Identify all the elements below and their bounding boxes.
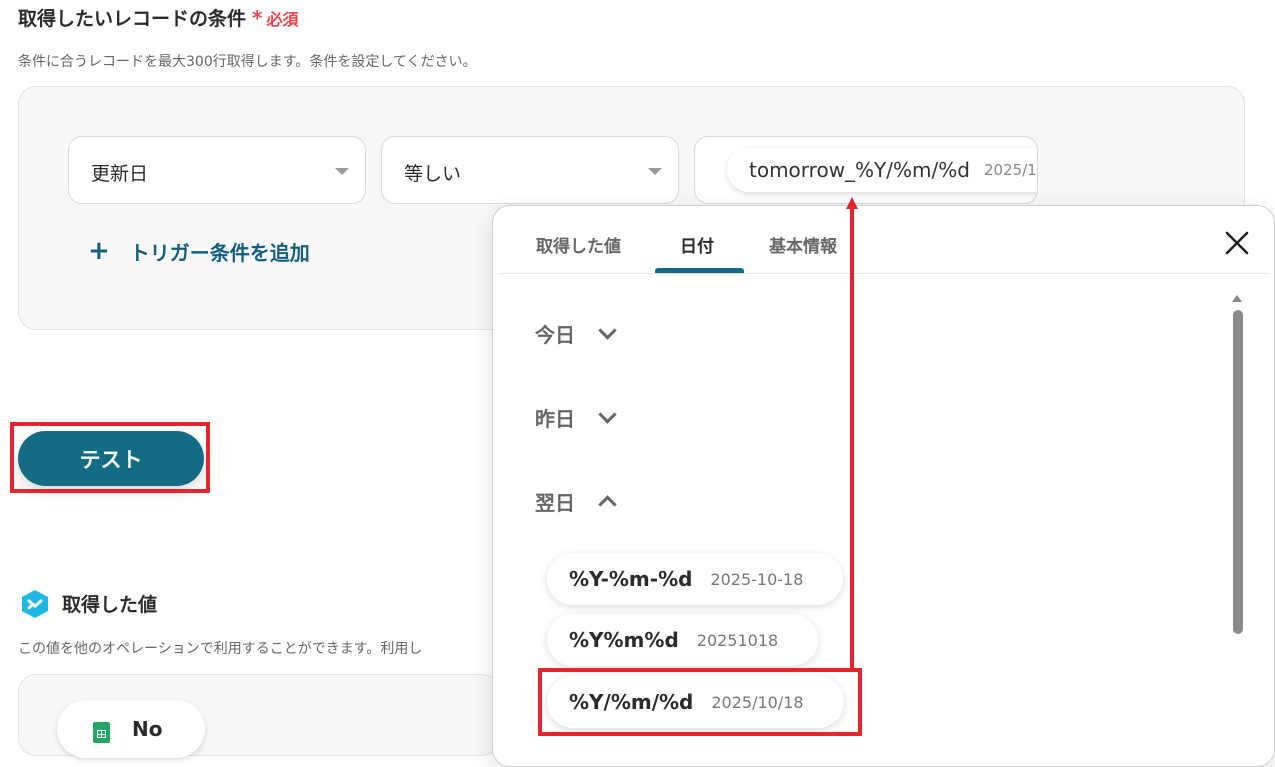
- value-chip-key: tomorrow_%Y/%m/%d: [749, 158, 970, 182]
- chevron-down-icon: [335, 168, 349, 175]
- obtained-values-description: この値を他のオペレーションで利用することができます。利用し: [18, 641, 423, 657]
- field-select[interactable]: 更新日: [68, 136, 366, 204]
- group-yesterday-label: 昨日: [535, 407, 575, 431]
- format-key: %Y-%m-%d: [569, 567, 693, 591]
- annotation-arrow-line: [850, 208, 854, 670]
- group-yesterday[interactable]: 昨日: [535, 403, 617, 432]
- chevron-down-icon: [598, 405, 617, 424]
- value-chip[interactable]: tomorrow_%Y/%m/%d 2025/10/18: [727, 148, 1037, 192]
- value-chip-no[interactable]: No: [57, 700, 205, 758]
- section-description: 条件に合うレコードを最大300行取得します。条件を設定してください。: [18, 54, 477, 70]
- format-preview: 2025-10-18: [710, 569, 804, 589]
- chevron-down-icon: [598, 321, 617, 340]
- test-button-highlight: [10, 422, 210, 493]
- section-title: 取得したいレコードの条件 * 必須: [18, 4, 299, 31]
- chevron-down-icon: [648, 168, 662, 175]
- group-today[interactable]: 今日: [535, 319, 617, 348]
- scroll-up-arrow-icon[interactable]: [1232, 295, 1242, 302]
- tab-divider: [499, 273, 1268, 274]
- value-chip-no-label: No: [132, 717, 163, 741]
- plus-icon: +: [88, 236, 110, 266]
- group-tomorrow-label: 翌日: [535, 491, 575, 515]
- operator-select[interactable]: 等しい: [381, 136, 679, 204]
- tab-obtained-values[interactable]: 取得した値: [536, 232, 621, 257]
- required-star: *: [252, 6, 263, 30]
- format-chip-highlight: [538, 668, 862, 736]
- value-chip-preview: 2025/10/18: [983, 161, 1037, 179]
- obtained-values-title: 取得した値: [62, 594, 158, 616]
- add-trigger-condition-label: トリガー条件を追加: [129, 240, 310, 265]
- spreadsheet-icon: [93, 722, 110, 743]
- condition-value-field[interactable]: tomorrow_%Y/%m/%d 2025/10/18: [694, 136, 1038, 204]
- group-tomorrow[interactable]: 翌日: [535, 487, 617, 516]
- operator-select-value: 等しい: [404, 163, 462, 185]
- format-preview: 20251018: [696, 630, 779, 650]
- group-today-label: 今日: [535, 323, 575, 347]
- annotation-arrow-head: [846, 197, 858, 209]
- close-icon[interactable]: [1224, 230, 1250, 256]
- yoom-logo-icon: [22, 590, 48, 618]
- field-select-value: 更新日: [91, 163, 149, 185]
- format-key: %Y%m%d: [569, 628, 679, 652]
- required-label: 必須: [266, 10, 299, 29]
- chevron-up-icon: [598, 495, 617, 514]
- section-title-text: 取得したいレコードの条件: [18, 8, 247, 30]
- tab-date[interactable]: 日付: [680, 232, 714, 257]
- add-trigger-condition-button[interactable]: + トリガー条件を追加: [88, 236, 310, 266]
- tab-basic-info[interactable]: 基本情報: [769, 232, 837, 257]
- format-chip[interactable]: %Y-%m-%d 2025-10-18: [547, 553, 844, 605]
- format-chip[interactable]: %Y%m%d 20251018: [547, 614, 819, 666]
- scrollbar-thumb[interactable]: [1233, 310, 1243, 634]
